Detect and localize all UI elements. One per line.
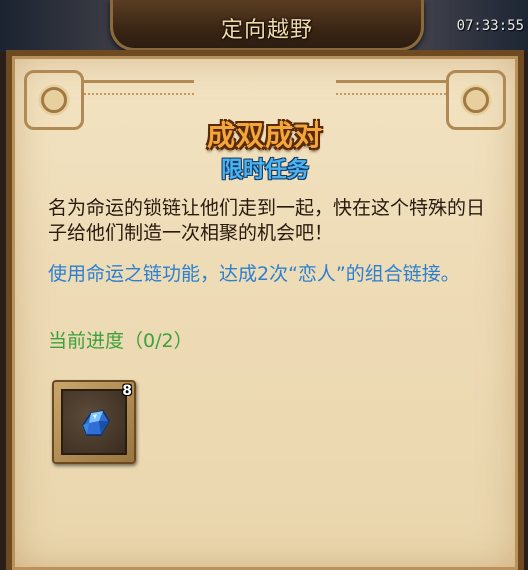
blue-crystal-icon xyxy=(82,410,110,436)
reward-item-frame xyxy=(61,389,127,455)
progress-label: 当前进度 xyxy=(48,330,125,352)
window-title: 定向越野 xyxy=(220,18,313,43)
quest-objective: 使用命运之链功能，达成2次“恋人”的组合链接。 xyxy=(48,263,460,285)
ornament-border xyxy=(84,80,194,95)
quest-panel: 成双成对 限时任务 名为命运的锁链让他们走到一起，快在这个特殊的日子给他们制造一… xyxy=(6,50,524,570)
quest-description: 名为命运的锁链让他们走到一起，快在这个特殊的日子给他们制造一次相聚的机会吧！ xyxy=(48,197,486,244)
quest-progress: 当前进度（0/2） xyxy=(48,326,193,353)
reward-count: 8 xyxy=(122,383,132,399)
quest-subtitle: 限时任务 xyxy=(220,158,309,183)
progress-value: （0/2） xyxy=(124,330,193,352)
title-plaque: 定向越野 xyxy=(110,0,424,51)
reward-slot[interactable]: 8 xyxy=(52,380,136,464)
countdown-timer: 07:33:55 xyxy=(456,18,524,34)
ornament-border xyxy=(336,80,446,95)
quest-title: 成双成对 xyxy=(206,119,323,152)
